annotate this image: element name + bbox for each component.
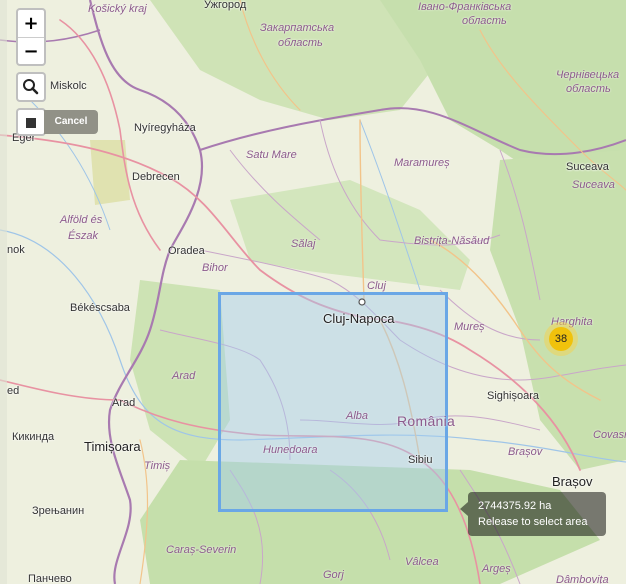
- map-label-dambovita: Dâmbovița: [556, 574, 609, 584]
- map-label-ivano: Івано-Франківська: [418, 1, 512, 13]
- map-label-arges: Argeș: [482, 563, 511, 575]
- map-label-arad-city: Arad: [112, 397, 136, 409]
- map-label-ed: ed: [7, 385, 20, 397]
- map-label-alfold: Alföld és: [60, 214, 103, 226]
- map-label-brasov-city: Brașov: [552, 474, 593, 489]
- map-label-caras: Caraș-Severin: [166, 544, 237, 556]
- map-label-nyiregyhaza: Nyíregyháza: [134, 122, 196, 134]
- map-label-zakarpatska-2: область: [278, 37, 323, 49]
- cluster-count: 38: [549, 327, 573, 351]
- map-label-timisoara: Timișoara: [84, 439, 141, 454]
- map-label-mures: Mureș: [454, 321, 485, 333]
- map-label-suceava-city: Suceava: [566, 161, 609, 173]
- map-label-covasna: Covasn: [593, 429, 626, 441]
- map-label-sighisoara: Sighișoara: [487, 390, 539, 402]
- draw-rectangle-button[interactable]: [16, 108, 46, 136]
- map-label-bihor: Bihor: [202, 262, 228, 274]
- marker-cluster[interactable]: 38: [544, 322, 578, 356]
- map-label-zrenjanin: Зрењанин: [32, 505, 85, 517]
- draw-tooltip: 2744375.92 ha Release to select area: [460, 492, 606, 536]
- search-button[interactable]: [16, 72, 46, 102]
- map-label-bistrita: Bistrița-Năsăud: [414, 235, 490, 247]
- map-label-salaj: Sălaj: [291, 238, 316, 250]
- map-label-maramures: Maramureș: [394, 157, 450, 169]
- map-label-valcea: Vâlcea: [405, 556, 439, 568]
- map-label-alfold-2: Észak: [68, 230, 98, 242]
- map-label-cluj-napoca: Cluj-Napoca: [323, 311, 395, 326]
- city-marker-icon: [358, 298, 366, 306]
- map-label-gorj: Gorj: [323, 569, 344, 581]
- map-label-arad-region: Arad: [172, 370, 196, 382]
- map-label-pancevo: Панчево: [28, 573, 72, 584]
- map-label-suceava-region: Suceava: [572, 179, 615, 191]
- square-icon: [26, 118, 36, 128]
- tooltip-area-label: 2744375.92 ha: [478, 500, 552, 512]
- search-icon: [23, 79, 39, 95]
- map-canvas[interactable]: Košický kraj Ужгород Івано-Франківська о…: [0, 0, 626, 584]
- map-label-hunedoara: Hunedoara: [263, 444, 318, 456]
- map-label-nok: nok: [7, 244, 25, 256]
- map-label-satu-mare: Satu Mare: [246, 149, 297, 161]
- map-label-timis: Timiș: [144, 460, 171, 472]
- map-label-ivano-2: область: [462, 15, 507, 27]
- map-label-miskolc: Miskolc: [50, 80, 87, 92]
- map-label-alba: Alba: [346, 410, 369, 422]
- map-label-zakarpatska: Закарпатська: [260, 22, 335, 34]
- map-label-sibiu: Sibiu: [408, 454, 433, 466]
- map-label-chernivtsi: Чернівецька: [556, 69, 620, 81]
- map-label-debrecen: Debrecen: [132, 171, 180, 183]
- map-label-kosicky: Košický kraj: [88, 3, 147, 15]
- map-label-kikinda: Кикинда: [12, 431, 55, 443]
- zoom-out-button[interactable]: −: [18, 37, 44, 65]
- tooltip-hint: Release to select area: [478, 516, 588, 528]
- map-label-bekescsaba: Békéscsaba: [70, 302, 130, 314]
- map-label-uzhgorod: Ужгород: [204, 0, 247, 11]
- map-label-brasov-region: Brașov: [508, 446, 543, 458]
- map-label-romania: România: [397, 413, 456, 429]
- zoom-in-button[interactable]: +: [18, 10, 44, 37]
- map-label-chernivtsi-2: область: [566, 83, 611, 95]
- zoom-control: + −: [16, 8, 46, 66]
- map-label-oradea: Oradea: [168, 245, 205, 257]
- map-label-cluj-region: Cluj: [367, 280, 386, 292]
- cancel-button[interactable]: Cancel: [44, 110, 98, 134]
